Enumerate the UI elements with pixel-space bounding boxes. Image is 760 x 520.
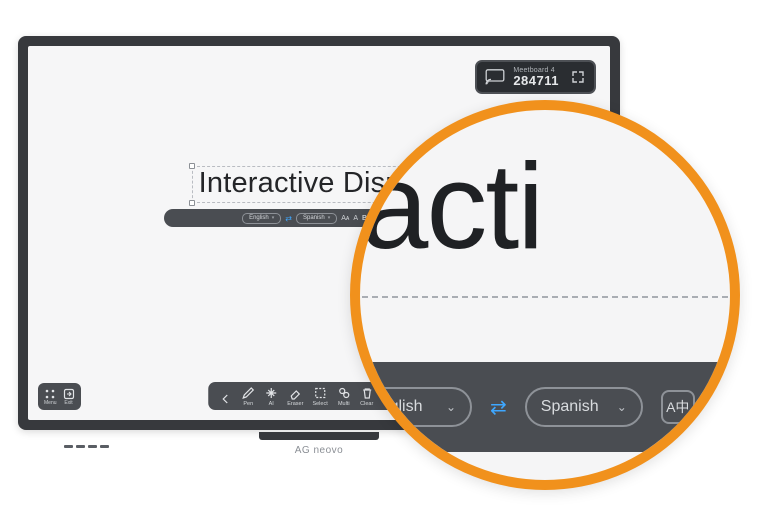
menu-label: Menu xyxy=(44,400,57,406)
exit-icon xyxy=(63,387,75,399)
ai-sparkle-icon xyxy=(264,386,278,400)
dock-eraser[interactable]: Eraser xyxy=(287,386,303,407)
multi-icon xyxy=(337,386,351,400)
share-code: 284711 xyxy=(513,74,559,87)
swap-languages-icon[interactable]: ⇄ xyxy=(285,214,292,223)
select-icon xyxy=(313,386,327,400)
resize-handle-tl[interactable] xyxy=(189,163,195,169)
chevron-down-icon: ⌄ xyxy=(446,400,456,414)
swap-languages-icon[interactable]: ⇄ xyxy=(490,395,507,420)
resize-handle-bl[interactable] xyxy=(189,200,195,206)
translate-icon[interactable]: A中 xyxy=(661,390,695,424)
zoom-text-fragment: eracti xyxy=(350,136,542,276)
dock-ai[interactable]: AI xyxy=(264,386,278,407)
dock-multi[interactable]: Multi xyxy=(337,386,351,407)
dock-collapse[interactable] xyxy=(218,392,232,407)
chevron-left-icon xyxy=(218,392,232,406)
lang-from-select-zoom[interactable]: English ⌄ xyxy=(354,387,472,427)
magnifier-callout: eracti English ⌄ ⇄ Spanish ⌄ A中 xyxy=(350,100,740,490)
lang-from-value: English xyxy=(370,398,422,416)
selection-dashed-border xyxy=(350,296,740,298)
lang-to-value: Spanish xyxy=(541,398,599,416)
pen-icon xyxy=(241,386,255,400)
eraser-icon xyxy=(288,386,302,400)
translate-icon[interactable]: Aᴀ xyxy=(341,215,349,222)
lang-to-select-zoom[interactable]: Spanish ⌄ xyxy=(525,387,643,427)
menu-exit-panel: Menu Exit xyxy=(38,383,81,410)
font-size-icon[interactable]: A xyxy=(353,215,358,222)
menu-grid-icon xyxy=(44,387,56,399)
front-ports xyxy=(64,445,109,448)
menu-button[interactable]: Menu xyxy=(44,387,57,406)
corner-controls: Menu Exit xyxy=(38,383,81,410)
exit-label: Exit xyxy=(64,400,72,406)
lang-to-select[interactable]: Spanish xyxy=(296,213,337,224)
cast-icon xyxy=(485,69,505,85)
translate-toolbar: English ⌄ ⇄ Spanish ⌄ A中 xyxy=(350,362,740,452)
share-badge[interactable]: Meetboard 4 284711 xyxy=(475,60,596,94)
exit-button[interactable]: Exit xyxy=(63,387,75,406)
dock-select[interactable]: Select xyxy=(312,386,327,407)
dock-pen[interactable]: Pen xyxy=(241,386,255,407)
lang-from-select[interactable]: English xyxy=(242,213,281,224)
chevron-down-icon: ⌄ xyxy=(617,400,627,414)
brand-label: AG neovo xyxy=(295,445,343,456)
expand-icon[interactable] xyxy=(571,70,585,84)
